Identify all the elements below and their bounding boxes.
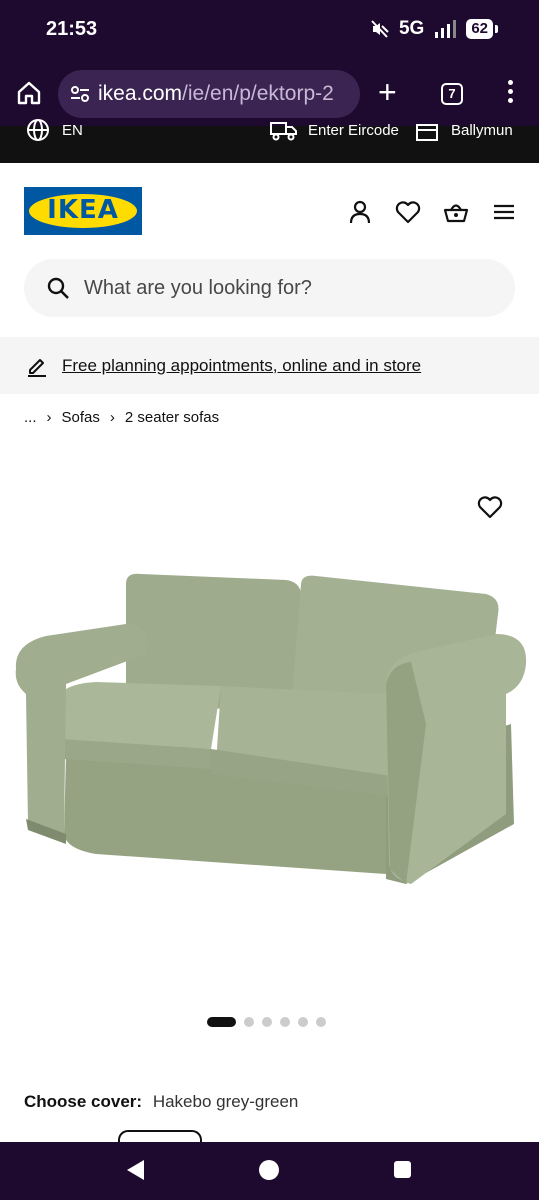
home-icon[interactable] (16, 80, 42, 106)
store-label: Ballymun (451, 121, 513, 139)
gallery-dot[interactable] (207, 1017, 236, 1027)
url-host: ikea.com (98, 82, 183, 105)
gallery-dot[interactable] (316, 1017, 326, 1027)
url-path: /ie/en/p/ektorp-2 (182, 82, 334, 105)
cover-value: Hakebo grey-green (152, 1092, 299, 1111)
site-header: IKEA (0, 163, 539, 259)
product-image[interactable] (6, 564, 534, 894)
gallery-dot[interactable] (244, 1017, 254, 1027)
promo-link[interactable]: Free planning appointments, online and i… (62, 356, 421, 376)
breadcrumb-item-2-seater-sofas[interactable]: 2 seater sofas (125, 409, 219, 426)
product-gallery[interactable] (0, 444, 539, 1064)
site-settings-icon[interactable] (68, 82, 92, 106)
eircode-label: Enter Eircode (308, 121, 399, 139)
eircode-button[interactable]: Enter Eircode (270, 122, 399, 142)
network-type: 5G (398, 18, 425, 39)
ikea-logo[interactable]: IKEA (24, 187, 142, 235)
basket-icon[interactable] (443, 199, 469, 225)
battery-icon: 62 (466, 19, 498, 39)
address-bar[interactable]: ikea.com/ie/en/p/ektorp-2 (58, 70, 360, 118)
store-icon (416, 124, 438, 141)
choose-cover: Choose cover: Hakebo grey-green (24, 1092, 298, 1112)
language-label: EN (62, 121, 83, 139)
home-button-icon[interactable] (259, 1160, 279, 1180)
promo-banner: Free planning appointments, online and i… (0, 337, 539, 394)
system-navigation-bar (0, 1142, 539, 1200)
favourites-icon[interactable] (395, 199, 421, 225)
chevron-right-icon: › (109, 409, 115, 426)
gallery-dot[interactable] (280, 1017, 290, 1027)
signal-icon (435, 20, 457, 38)
language-selector[interactable]: EN (26, 119, 83, 142)
utility-strip: EN Enter Eircode Ballymun (0, 119, 539, 163)
status-bar: 21:53 5G 62 (0, 0, 539, 62)
recents-icon[interactable] (394, 1161, 411, 1178)
store-selector[interactable]: Ballymun (415, 122, 513, 142)
breadcrumb-ellipsis[interactable]: ... (24, 409, 37, 426)
pencil-icon (28, 358, 46, 377)
hamburger-menu-icon[interactable] (491, 199, 517, 225)
account-icon[interactable] (347, 199, 373, 225)
status-time: 21:53 (46, 18, 98, 40)
url-text: ikea.com/ie/en/p/ektorp-2 (98, 82, 334, 106)
new-tab-button[interactable]: + (378, 76, 397, 108)
status-indicators: 5G 62 (371, 18, 498, 40)
gallery-pagination[interactable] (207, 1017, 326, 1027)
breadcrumb-item-sofas[interactable]: Sofas (62, 409, 100, 426)
mute-icon (371, 20, 389, 38)
globe-icon (27, 119, 49, 141)
search-input[interactable] (84, 276, 464, 300)
back-icon[interactable] (127, 1160, 144, 1180)
breadcrumb: ... › Sofas › 2 seater sofas (24, 409, 219, 426)
browser-menu-icon[interactable] (506, 80, 514, 108)
gallery-dot[interactable] (298, 1017, 308, 1027)
logo-text: IKEA (47, 195, 119, 225)
gallery-dot[interactable] (262, 1017, 272, 1027)
search-icon (47, 277, 69, 299)
search-bar[interactable] (24, 259, 515, 317)
truck-icon (270, 122, 297, 141)
chevron-right-icon: › (46, 409, 52, 426)
choose-cover-label: Choose cover: (24, 1092, 143, 1111)
tab-switcher-button[interactable]: 7 (441, 83, 463, 105)
add-to-favourites-icon[interactable] (477, 494, 503, 520)
header-actions (347, 199, 517, 225)
browser-toolbar: ikea.com/ie/en/p/ektorp-2 + 7 (0, 62, 539, 126)
